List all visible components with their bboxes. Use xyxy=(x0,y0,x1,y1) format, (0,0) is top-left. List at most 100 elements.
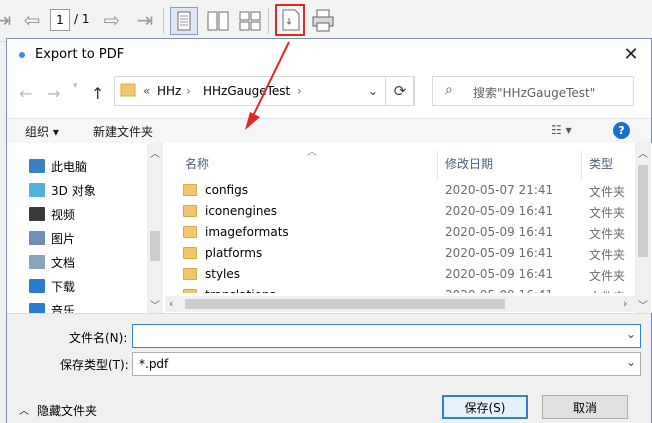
breadcrumb-separator-icon: › xyxy=(297,84,302,98)
filename-field[interactable]: ⌄ xyxy=(132,324,641,348)
file-type: 文件夹 xyxy=(589,185,626,199)
dialog-title: Export to PDF xyxy=(35,47,125,62)
breadcrumb-item[interactable]: HHzGaugeTest xyxy=(203,84,290,98)
up-arrow-icon[interactable]: ↑ xyxy=(91,84,104,103)
file-row[interactable]: translations 2020-05-09 16:41 文件夹 xyxy=(183,286,633,293)
close-icon[interactable]: ✕ xyxy=(620,43,642,65)
file-row[interactable]: iconengines 2020-05-09 16:41 文件夹 xyxy=(183,202,633,223)
cancel-button[interactable]: 取消 xyxy=(542,395,628,419)
scroll-up-icon[interactable]: ︿ xyxy=(150,145,160,160)
breadcrumb-separator-icon: › xyxy=(186,84,191,98)
nav-item[interactable]: 此电脑 xyxy=(29,155,87,177)
file-date: 2020-05-07 21:41 xyxy=(445,183,554,197)
scroll-down-icon[interactable]: ﹀ xyxy=(638,297,648,312)
pictures-icon xyxy=(29,231,45,245)
navigation-pane: 此电脑 3D 对象 视频 图片 文档 下载 音乐 ︿ ﹀ xyxy=(7,143,164,318)
grid-view-icon xyxy=(239,11,261,31)
search-icon: ⌕ xyxy=(445,82,453,98)
nav-item-label: 图片 xyxy=(51,231,76,246)
video-icon xyxy=(29,207,45,221)
folder-icon xyxy=(183,205,197,217)
file-date: 2020-05-09 16:41 xyxy=(445,246,554,260)
file-date: 2020-05-09 16:41 xyxy=(445,225,554,239)
3d-objects-icon xyxy=(29,183,45,197)
nav-item[interactable]: 文档 xyxy=(29,251,75,273)
nav-item[interactable]: 3D 对象 xyxy=(29,179,96,201)
nav-item[interactable]: 图片 xyxy=(29,227,75,249)
nav-item-label: 视频 xyxy=(51,207,76,222)
breadcrumb-item[interactable]: HHz xyxy=(157,84,181,98)
file-hscroll-thumb[interactable] xyxy=(185,299,505,309)
last-page-icon[interactable]: ⇥ xyxy=(0,8,11,32)
folder-icon xyxy=(183,226,197,238)
file-row[interactable]: configs 2020-05-07 21:41 文件夹 xyxy=(183,181,633,202)
address-bar[interactable]: « HHz › HHzGaugeTest › ⌄ xyxy=(114,76,414,106)
export-dialog: Export to PDF ✕ ← → ▾ ↑ « HHz › HHzGauge… xyxy=(6,38,652,423)
page-number-input[interactable]: 1 xyxy=(50,9,70,31)
file-name: translations xyxy=(205,288,276,293)
chevron-up-icon[interactable]: ︿ xyxy=(19,402,29,417)
computer-icon xyxy=(29,159,45,173)
recent-locations-icon[interactable]: ▾ xyxy=(73,81,78,91)
back-arrow-icon[interactable]: ← xyxy=(19,84,32,103)
chevron-down-icon[interactable]: ⌄ xyxy=(368,84,378,98)
file-row[interactable]: platforms 2020-05-09 16:41 文件夹 xyxy=(183,244,633,265)
facing-pages-icon xyxy=(207,11,229,31)
documents-icon xyxy=(29,255,45,269)
file-type: 文件夹 xyxy=(589,227,626,241)
filename-label: 文件名(N): xyxy=(69,331,128,345)
chevron-down-icon[interactable]: ⌄ xyxy=(626,327,636,341)
nav-item-label: 文档 xyxy=(51,255,76,270)
goto-last-page-icon[interactable]: ⇥ xyxy=(132,8,158,32)
refresh-icon[interactable]: ⟳ xyxy=(385,76,415,106)
single-page-view-button[interactable] xyxy=(170,7,198,35)
save-button[interactable]: 保存(S) xyxy=(442,395,528,419)
scroll-up-icon[interactable]: ︿ xyxy=(638,145,648,160)
nav-item-label: 3D 对象 xyxy=(51,183,96,198)
filetype-select[interactable]: *.pdf ⌄ xyxy=(132,352,641,376)
nav-item[interactable]: 视频 xyxy=(29,203,75,225)
file-hscrollbar[interactable]: ‹ › xyxy=(165,296,635,312)
command-bar: 组织 ▾ 新建文件夹 ☷ ▾ ? xyxy=(7,118,651,143)
file-type: 文件夹 xyxy=(589,206,626,220)
organize-button[interactable]: 组织 ▾ xyxy=(25,123,59,140)
scroll-left-icon[interactable]: ‹ xyxy=(169,297,173,310)
file-name: platforms xyxy=(205,246,263,260)
folder-icon xyxy=(183,268,197,280)
facing-pages-view-button[interactable] xyxy=(204,7,232,35)
previous-page-icon[interactable]: ⇦ xyxy=(20,8,44,32)
new-folder-button[interactable]: 新建文件夹 xyxy=(93,123,153,140)
page-total: / 1 xyxy=(74,12,90,26)
export-pdf-button[interactable] xyxy=(275,4,305,36)
chevron-down-icon[interactable]: ⌄ xyxy=(626,355,636,369)
help-icon[interactable]: ? xyxy=(613,122,630,139)
nav-item-label: 下载 xyxy=(51,279,76,294)
nav-item-label: 此电脑 xyxy=(51,159,88,174)
scroll-right-icon[interactable]: › xyxy=(623,297,627,310)
file-vscroll-thumb[interactable] xyxy=(638,165,648,257)
folder-icon xyxy=(183,289,197,293)
file-row[interactable]: imageformats 2020-05-09 16:41 文件夹 xyxy=(183,223,633,244)
export-page-icon xyxy=(282,9,300,31)
filetype-label: 保存类型(T): xyxy=(60,358,129,372)
breadcrumb-overflow[interactable]: « xyxy=(143,84,150,98)
forward-arrow-icon[interactable]: → xyxy=(47,84,60,103)
nav-item[interactable]: 下载 xyxy=(29,275,75,297)
dialog-footer: 文件名(N): ⌄ 保存类型(T): *.pdf ⌄ ︿ 隐藏文件夹 保存(S)… xyxy=(7,313,651,423)
scroll-down-icon[interactable]: ﹀ xyxy=(150,297,160,312)
nav-scrollbar[interactable]: ︿ ﹀ xyxy=(147,143,163,313)
nav-scroll-thumb[interactable] xyxy=(150,231,160,261)
single-page-icon xyxy=(177,11,191,31)
file-row[interactable]: styles 2020-05-09 16:41 文件夹 xyxy=(183,265,633,286)
file-vscrollbar[interactable]: ︿ ﹀ xyxy=(635,143,651,313)
printer-icon xyxy=(312,9,334,32)
search-input[interactable]: ⌕ 搜索"HHzGaugeTest" xyxy=(432,76,634,106)
hide-folders-toggle[interactable]: 隐藏文件夹 xyxy=(37,402,97,419)
file-date: 2020-05-09 16:41 xyxy=(445,288,553,293)
view-options-icon[interactable]: ☷ ▾ xyxy=(551,123,572,137)
file-name: imageformats xyxy=(205,225,289,239)
folder-icon xyxy=(183,247,197,259)
print-button[interactable] xyxy=(311,6,335,34)
grid-view-button[interactable] xyxy=(236,7,264,35)
next-page-icon[interactable]: ⇨ xyxy=(100,8,124,32)
